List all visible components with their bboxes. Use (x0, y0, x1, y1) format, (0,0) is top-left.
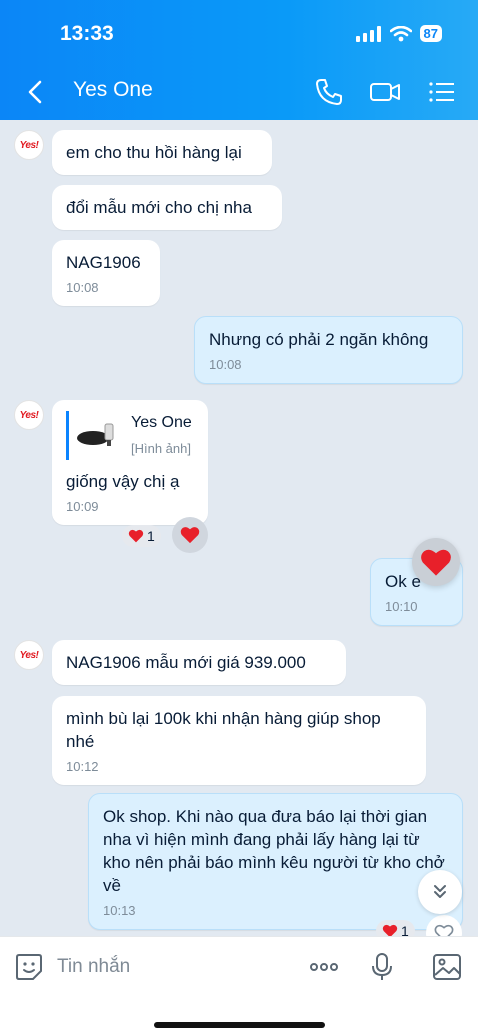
heart-outline-icon (434, 924, 454, 936)
heart-icon (128, 529, 144, 543)
video-call-icon[interactable] (369, 76, 401, 108)
heart-icon (421, 549, 451, 576)
message-bubble[interactable]: NAG1906 10:08 (52, 240, 160, 306)
scroll-to-bottom-button[interactable] (418, 870, 462, 914)
message-input-bar: Tin nhắn (0, 936, 478, 1036)
message-time: 10:13 (103, 903, 136, 918)
message-bubble[interactable]: đổi mẫu mới cho chị nha (52, 185, 282, 230)
reaction-count: 1 (147, 528, 155, 544)
reply-thumbnail (75, 415, 123, 456)
message-text: Ok shop. Khi nào qua đưa báo lại thời gi… (103, 807, 445, 895)
message-time: 10:08 (209, 357, 242, 372)
reply-quote[interactable]: Yes One [Hình ảnh] (66, 411, 194, 460)
message-bubble[interactable]: Yes One [Hình ảnh] giống vậy chị ạ 10:09 (52, 400, 208, 525)
message-list[interactable]: Yes! em cho thu hồi hàng lại đổi mẫu mới… (0, 120, 478, 936)
reply-sender: Yes One (131, 414, 192, 431)
heart-icon (382, 924, 398, 936)
message-text: NAG1906 (66, 253, 141, 272)
microphone-icon[interactable] (366, 951, 398, 983)
message-input[interactable]: Tin nhắn (57, 956, 130, 978)
message-text: em cho thu hồi hàng lại (66, 143, 242, 162)
message-time: 10:10 (385, 599, 418, 614)
message-text: giống vậy chị ạ (66, 472, 180, 491)
conversation-title[interactable]: Yes One (73, 78, 153, 102)
message-bubble-own[interactable]: Nhưng có phải 2 ngăn không 10:08 (194, 316, 463, 384)
reaction-count-badge[interactable]: 1 (376, 920, 415, 936)
avatar[interactable]: Yes! (14, 400, 44, 430)
heart-icon (180, 527, 200, 544)
reaction-count-badge[interactable]: 1 (122, 525, 161, 547)
heart-reaction-animation (412, 538, 460, 586)
message-text: Nhưng có phải 2 ngăn không (209, 330, 429, 349)
phone-call-icon[interactable] (313, 76, 345, 108)
double-chevron-down-icon (434, 885, 446, 898)
message-bubble[interactable]: em cho thu hồi hàng lại (52, 130, 272, 175)
message-bubble-own[interactable]: Ok shop. Khi nào qua đưa báo lại thời gi… (88, 793, 463, 930)
reply-content: [Hình ảnh] (131, 441, 191, 456)
signal-icon (355, 25, 381, 42)
avatar[interactable]: Yes! (14, 130, 44, 160)
image-gallery-icon[interactable] (431, 951, 463, 983)
avatar[interactable]: Yes! (14, 640, 44, 670)
message-time: 10:08 (66, 280, 99, 295)
message-text: mình bù lại 100k khi nhận hàng giúp shop… (66, 709, 381, 751)
more-options-icon[interactable] (308, 951, 340, 983)
message-bubble[interactable]: mình bù lại 100k khi nhận hàng giúp shop… (52, 696, 426, 785)
message-bubble[interactable]: NAG1906 mẫu mới giá 939.000 (52, 640, 346, 685)
back-icon[interactable] (22, 78, 50, 106)
menu-list-icon[interactable] (426, 76, 458, 108)
message-text: đổi mẫu mới cho chị nha (66, 198, 252, 217)
chat-header: 13:33 87 Yes One (0, 0, 478, 120)
react-button[interactable] (172, 517, 208, 553)
battery-indicator: 87 (419, 25, 442, 42)
sticker-icon[interactable] (13, 951, 45, 983)
status-time: 13:33 (60, 22, 114, 45)
message-time: 10:12 (66, 759, 99, 774)
wifi-icon (389, 25, 412, 41)
message-time: 10:09 (66, 499, 99, 514)
reaction-count: 1 (401, 923, 409, 936)
message-text: NAG1906 mẫu mới giá 939.000 (66, 653, 306, 672)
status-icons: 87 (355, 25, 442, 42)
home-indicator (154, 1022, 325, 1028)
